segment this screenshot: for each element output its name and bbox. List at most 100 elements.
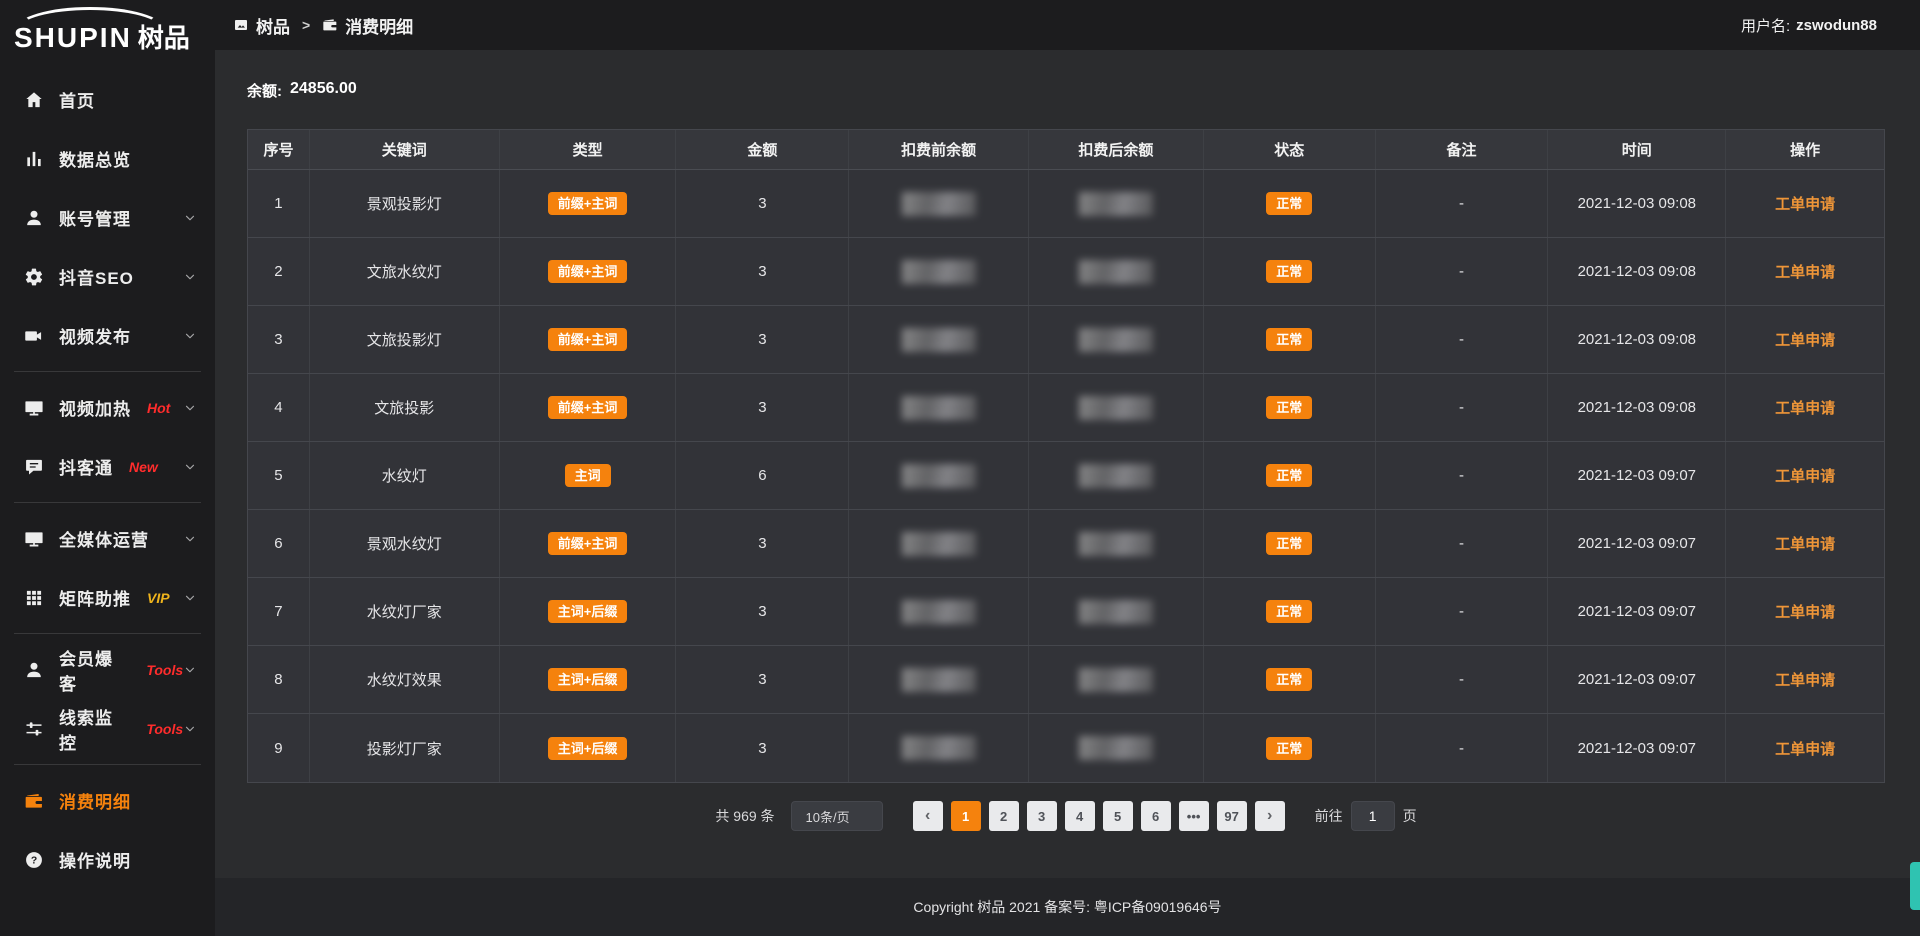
blurred-value [1079,600,1153,624]
cell-index: 9 [248,714,310,782]
cell-index: 6 [248,510,310,577]
sidebar-item-data-overview[interactable]: 数据总览 [0,129,215,188]
status-badge: 正常 [1266,532,1312,555]
cell-note: - [1376,646,1549,713]
breadcrumb-label: 消费明细 [345,13,413,38]
type-badge: 主词+后缀 [548,668,628,691]
sidebar-item-label: 数据总览 [59,146,131,171]
user-icon [24,208,44,228]
ellipsis-button[interactable]: ••• [1179,801,1209,831]
cell-keyword: 水纹灯厂家 [310,578,500,645]
status-badge: 正常 [1266,260,1312,283]
sidebar-item-lead-monitoring[interactable]: 线索监控Tools [0,699,215,758]
cell-status: 正常 [1204,238,1376,305]
column-header: 操作 [1726,130,1884,169]
status-badge: 正常 [1266,396,1312,419]
goto-page-input[interactable] [1351,801,1395,831]
page-size-select[interactable]: 10条/页 [791,801,883,831]
goto-suffix: 页 [1403,806,1417,826]
sidebar-item-douyin-seo[interactable]: 抖音SEO [0,247,215,306]
page-button-2[interactable]: 2 [989,801,1019,831]
column-header: 状态 [1204,130,1376,169]
page-button-97[interactable]: 97 [1217,801,1247,831]
sidebar-divider [14,371,201,372]
page-button-6[interactable]: 6 [1141,801,1171,831]
column-header: 备注 [1376,130,1549,169]
cell-action: 工单申请 [1726,374,1884,441]
cell-action: 工单申请 [1726,578,1884,645]
sliders-icon [24,719,44,739]
sidebar-divider [14,502,201,503]
balance-label: 余额: [247,80,282,101]
consumption-table: 序号关键词类型金额扣费前余额扣费后余额状态备注时间操作 1景观投影灯前缀+主词3… [247,129,1885,783]
cell-status: 正常 [1204,306,1376,373]
balance: 余额: 24856.00 [247,80,1885,101]
column-header: 关键词 [310,130,500,169]
work-order-link[interactable]: 工单申请 [1775,601,1835,622]
sidebar-item-matrix-boost[interactable]: 矩阵助推VIP [0,568,215,627]
cell-action: 工单申请 [1726,306,1884,373]
blurred-value [1079,328,1153,352]
sidebar-item-badge: Hot [147,400,170,416]
cell-type: 主词+后缀 [500,578,677,645]
table-row: 9投影灯厂家主词+后缀3正常-2021-12-03 09:07工单申请 [248,714,1884,782]
column-header: 扣费后余额 [1029,130,1204,169]
sidebar-item-account-management[interactable]: 账号管理 [0,188,215,247]
work-order-link[interactable]: 工单申请 [1775,465,1835,486]
breadcrumb-item-shupin[interactable]: 树品 [233,13,290,38]
sidebar-divider [14,633,201,634]
chevron-down-icon [183,722,197,736]
sidebar-item-video-heating[interactable]: 视频加热Hot [0,378,215,437]
work-order-link[interactable]: 工单申请 [1775,738,1835,759]
work-order-link[interactable]: 工单申请 [1775,329,1835,350]
logo-arc-icon [16,7,164,51]
cell-balance-before-masked [849,510,1029,577]
work-order-link[interactable]: 工单申请 [1775,397,1835,418]
work-order-link[interactable]: 工单申请 [1775,533,1835,554]
sidebar-item-consumption-details[interactable]: 消费明细 [0,771,215,830]
cell-balance-after-masked [1029,442,1204,509]
sidebar-item-omni-media-operation[interactable]: 全媒体运营 [0,509,215,568]
work-order-link[interactable]: 工单申请 [1775,669,1835,690]
page-button-4[interactable]: 4 [1065,801,1095,831]
cell-type: 前缀+主词 [500,374,677,441]
sidebar-item-member-burst[interactable]: 会员爆客Tools [0,640,215,699]
fullscreen-icon[interactable] [1703,16,1721,34]
cell-time: 2021-12-03 09:07 [1548,510,1726,577]
cell-time: 2021-12-03 09:08 [1548,170,1726,237]
table-row: 5水纹灯主词6正常-2021-12-03 09:07工单申请 [248,442,1884,510]
cell-balance-after-masked [1029,306,1204,373]
member-icon [24,660,44,680]
sidebar-item-label: 首页 [59,87,95,112]
page-button-1[interactable]: 1 [951,801,981,831]
cell-action: 工单申请 [1726,714,1884,782]
prev-page-button[interactable]: ‹ [913,801,943,831]
cell-balance-after-masked [1029,238,1204,305]
chevron-down-icon [1881,19,1894,32]
breadcrumb-label: 树品 [256,13,290,38]
work-order-link[interactable]: 工单申请 [1775,261,1835,282]
blurred-value [902,736,976,760]
type-badge: 前缀+主词 [548,328,628,351]
cell-status: 正常 [1204,646,1376,713]
work-order-link[interactable]: 工单申请 [1775,193,1835,214]
cell-time: 2021-12-03 09:07 [1548,578,1726,645]
floating-widget[interactable] [1910,862,1920,910]
page-buttons: 123456 ••• 97 [951,801,1247,831]
blurred-value [1079,668,1153,692]
page-button-5[interactable]: 5 [1103,801,1133,831]
user-menu[interactable]: 用户名: zswodun88 [1741,15,1894,36]
chevron-down-icon [183,663,197,677]
next-page-button[interactable]: › [1255,801,1285,831]
sidebar-item-video-publish[interactable]: 视频发布 [0,306,215,365]
footer: Copyright 树品 2021 备案号: 粤ICP备09019646号 [215,878,1920,936]
breadcrumb-item-consumption-details[interactable]: 消费明细 [322,13,413,38]
sidebar-item-douketong[interactable]: 抖客通New [0,437,215,496]
status-badge: 正常 [1266,464,1312,487]
sidebar-item-home[interactable]: 首页 [0,70,215,129]
content: 余额: 24856.00 序号关键词类型金额扣费前余额扣费后余额状态备注时间操作… [215,50,1920,878]
cell-status: 正常 [1204,442,1376,509]
page-button-3[interactable]: 3 [1027,801,1057,831]
sidebar-item-operation-guide[interactable]: ?操作说明 [0,830,215,889]
status-badge: 正常 [1266,668,1312,691]
